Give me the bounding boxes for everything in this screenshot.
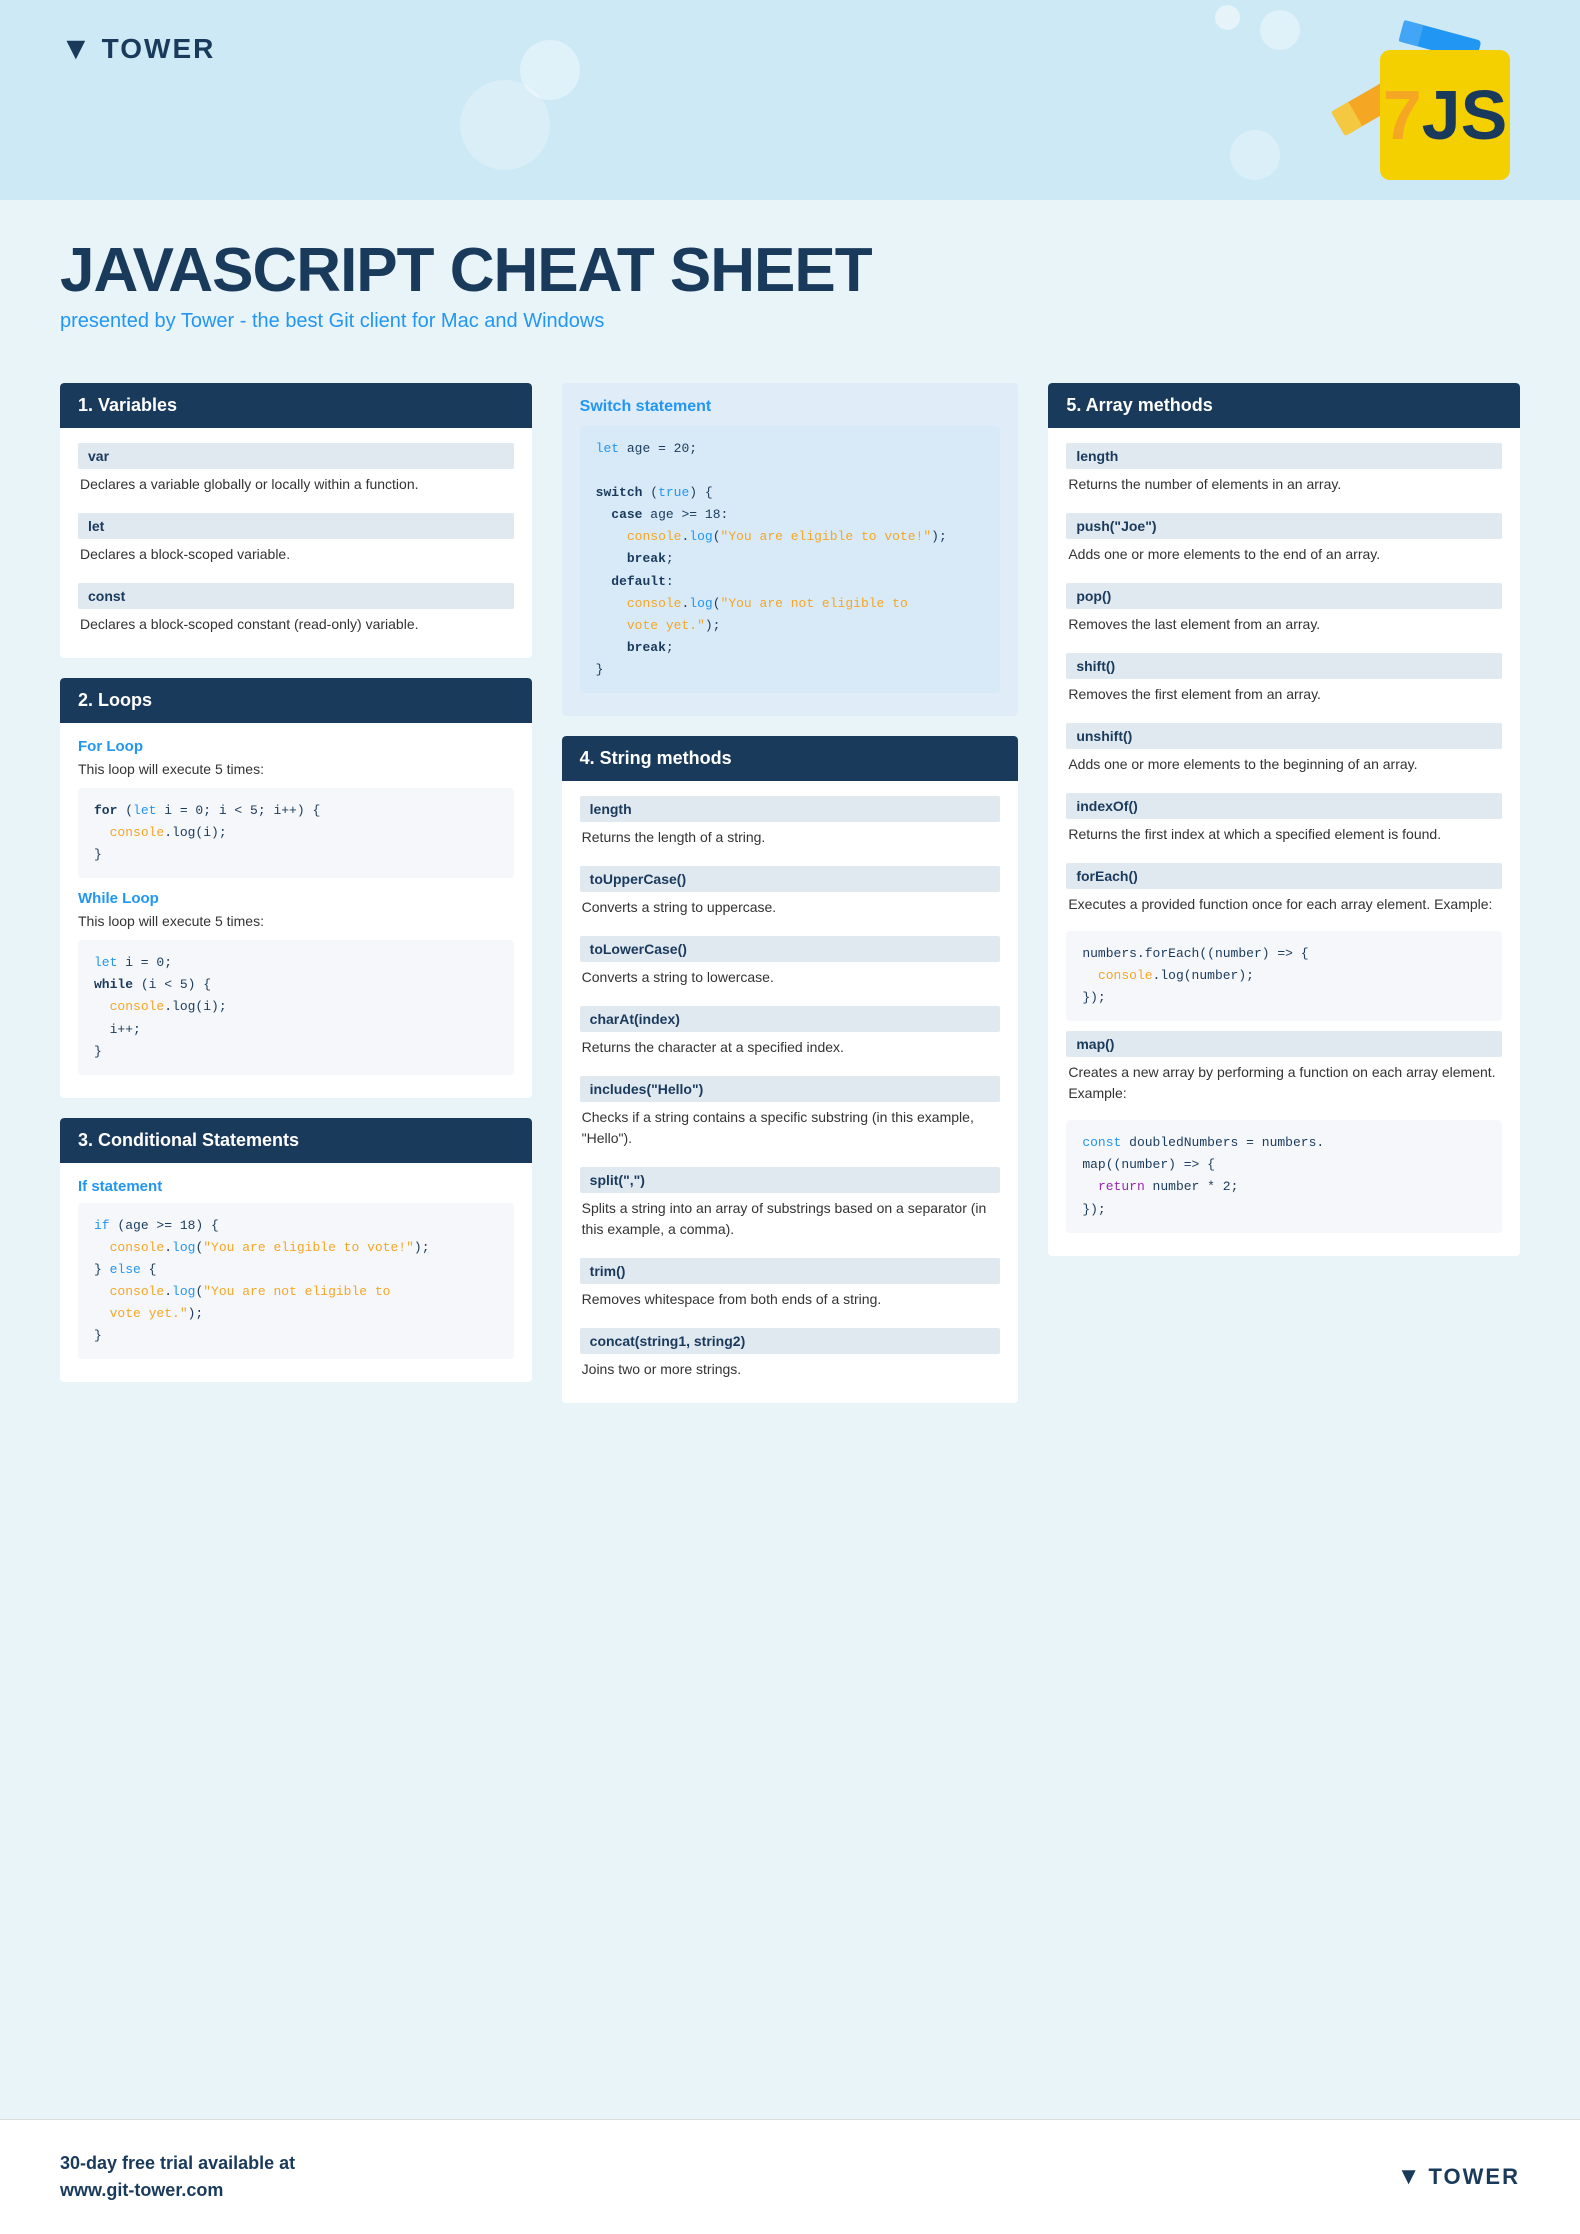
switch-label: Switch statement	[580, 398, 1001, 416]
footer: 30-day free trial available at www.git-t…	[0, 2119, 1580, 2234]
logo-text: TOWER	[102, 33, 216, 65]
column-3: 5. Array methods length Returns the numb…	[1033, 383, 1520, 1423]
js-label: 7JS	[1383, 80, 1508, 150]
column-1: 1. Variables var Declares a variable glo…	[60, 383, 547, 1423]
am-indexof-label: indexOf()	[1066, 793, 1502, 819]
while-loop-code: let i = 0; while (i < 5) { console.log(i…	[78, 940, 514, 1074]
switch-section: Switch statement let age = 20; switch (t…	[562, 383, 1019, 716]
sm-tolowercase-desc: Converts a string to lowercase.	[580, 967, 1001, 996]
section-conditionals-header: 3. Conditional Statements	[60, 1118, 532, 1163]
am-pop-desc: Removes the last element from an array.	[1066, 614, 1502, 643]
sm-includes-desc: Checks if a string contains a specific s…	[580, 1107, 1001, 1157]
footer-logo: ▼ TOWER	[1397, 2163, 1520, 2191]
section-string-methods-header: 4. String methods	[562, 736, 1019, 781]
sm-charat-label: charAt(index)	[580, 1006, 1001, 1032]
am-length-desc: Returns the number of elements in an arr…	[1066, 474, 1502, 503]
sm-includes-label: includes("Hello")	[580, 1076, 1001, 1102]
am-length-label: length	[1066, 443, 1502, 469]
am-unshift-desc: Adds one or more elements to the beginni…	[1066, 754, 1502, 783]
am-push-label: push("Joe")	[1066, 513, 1502, 539]
sm-charat-desc: Returns the character at a specified ind…	[580, 1037, 1001, 1066]
for-loop-label: For Loop	[78, 738, 514, 755]
am-shift-label: shift()	[1066, 653, 1502, 679]
main-title: JAVASCRIPT CHEAT SHEET	[60, 240, 1520, 302]
footer-line1: 30-day free trial available at	[60, 2150, 295, 2177]
map-code: const doubledNumbers = numbers. map((num…	[1066, 1120, 1502, 1232]
logo-area: ▼ TOWER	[60, 30, 1520, 67]
section-variables: 1. Variables var Declares a variable glo…	[60, 383, 532, 658]
subtitle: presented by Tower - the best Git client…	[60, 310, 1520, 333]
let-desc: Declares a block-scoped variable.	[78, 544, 514, 573]
var-label: var	[78, 443, 514, 469]
am-map-desc: Creates a new array by performing a func…	[1066, 1062, 1502, 1112]
js-badge: 7JS	[1320, 20, 1520, 190]
sm-tolowercase-label: toLowerCase()	[580, 936, 1001, 962]
am-foreach-desc: Executes a provided function once for ea…	[1066, 894, 1502, 923]
sm-length-label: length	[580, 796, 1001, 822]
sm-split-desc: Splits a string into an array of substri…	[580, 1198, 1001, 1248]
footer-text: 30-day free trial available at www.git-t…	[60, 2150, 295, 2204]
am-pop-label: pop()	[1066, 583, 1502, 609]
section-conditionals: 3. Conditional Statements If statement i…	[60, 1118, 532, 1383]
sm-trim-desc: Removes whitespace from both ends of a s…	[580, 1289, 1001, 1318]
footer-logo-text: TOWER	[1429, 2164, 1520, 2190]
section-variables-header: 1. Variables	[60, 383, 532, 428]
title-area: JAVASCRIPT CHEAT SHEET presented by Towe…	[0, 200, 1580, 363]
while-loop-label: While Loop	[78, 890, 514, 907]
sm-concat-desc: Joins two or more strings.	[580, 1359, 1001, 1388]
if-code: if (age >= 18) { console.log("You are el…	[78, 1203, 514, 1360]
section-array-methods-header: 5. Array methods	[1048, 383, 1520, 428]
foreach-code: numbers.forEach((number) => { console.lo…	[1066, 931, 1502, 1021]
section-string-methods-body: length Returns the length of a string. t…	[562, 781, 1019, 1403]
content-grid: 1. Variables var Declares a variable glo…	[0, 363, 1580, 1463]
footer-line2: www.git-tower.com	[60, 2177, 295, 2204]
if-statement-label: If statement	[78, 1178, 514, 1195]
section-loops-body: For Loop This loop will execute 5 times:…	[60, 723, 532, 1098]
am-shift-desc: Removes the first element from an array.	[1066, 684, 1502, 713]
sm-trim-label: trim()	[580, 1258, 1001, 1284]
sm-length-desc: Returns the length of a string.	[580, 827, 1001, 856]
sm-touppercase-label: toUpperCase()	[580, 866, 1001, 892]
am-push-desc: Adds one or more elements to the end of …	[1066, 544, 1502, 573]
js-yellow-box: 7JS	[1380, 50, 1510, 180]
section-conditionals-body: If statement if (age >= 18) { console.lo…	[60, 1163, 532, 1383]
const-label: const	[78, 583, 514, 609]
header: ▼ TOWER 7JS	[0, 0, 1580, 200]
am-foreach-label: forEach()	[1066, 863, 1502, 889]
switch-code: let age = 20; switch (true) { case age >…	[580, 426, 1001, 693]
sm-concat-label: concat(string1, string2)	[580, 1328, 1001, 1354]
section-array-methods-body: length Returns the number of elements in…	[1048, 428, 1520, 1256]
sm-split-label: split(",")	[580, 1167, 1001, 1193]
for-loop-code: for (let i = 0; i < 5; i++) { console.lo…	[78, 788, 514, 878]
var-desc: Declares a variable globally or locally …	[78, 474, 514, 503]
const-desc: Declares a block-scoped constant (read-o…	[78, 614, 514, 643]
section-string-methods: 4. String methods length Returns the len…	[562, 736, 1019, 1403]
am-map-label: map()	[1066, 1031, 1502, 1057]
while-loop-desc: This loop will execute 5 times:	[78, 911, 514, 932]
footer-tower-icon: ▼	[1397, 2163, 1421, 2191]
section-variables-body: var Declares a variable globally or loca…	[60, 428, 532, 658]
section-loops-header: 2. Loops	[60, 678, 532, 723]
section-loops: 2. Loops For Loop This loop will execute…	[60, 678, 532, 1098]
tower-logo-icon: ▼	[60, 30, 92, 67]
column-2: Switch statement let age = 20; switch (t…	[547, 383, 1034, 1423]
section-array-methods: 5. Array methods length Returns the numb…	[1048, 383, 1520, 1256]
am-unshift-label: unshift()	[1066, 723, 1502, 749]
let-label: let	[78, 513, 514, 539]
sm-touppercase-desc: Converts a string to uppercase.	[580, 897, 1001, 926]
for-loop-desc: This loop will execute 5 times:	[78, 759, 514, 780]
am-indexof-desc: Returns the first index at which a speci…	[1066, 824, 1502, 853]
